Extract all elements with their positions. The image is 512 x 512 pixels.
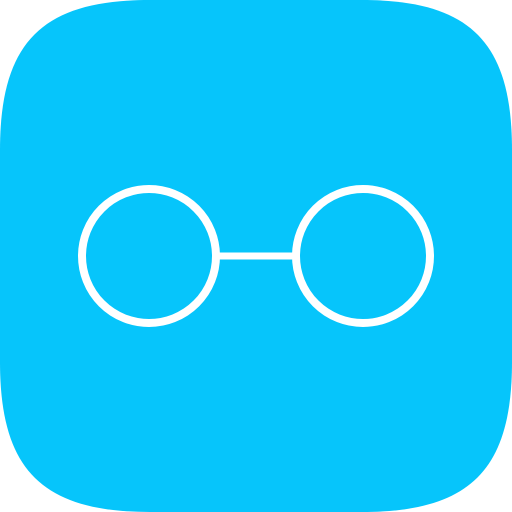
- app-icon[interactable]: [0, 0, 512, 512]
- app-icon-graphic: [0, 0, 512, 512]
- app-icon-canvas: [0, 0, 512, 512]
